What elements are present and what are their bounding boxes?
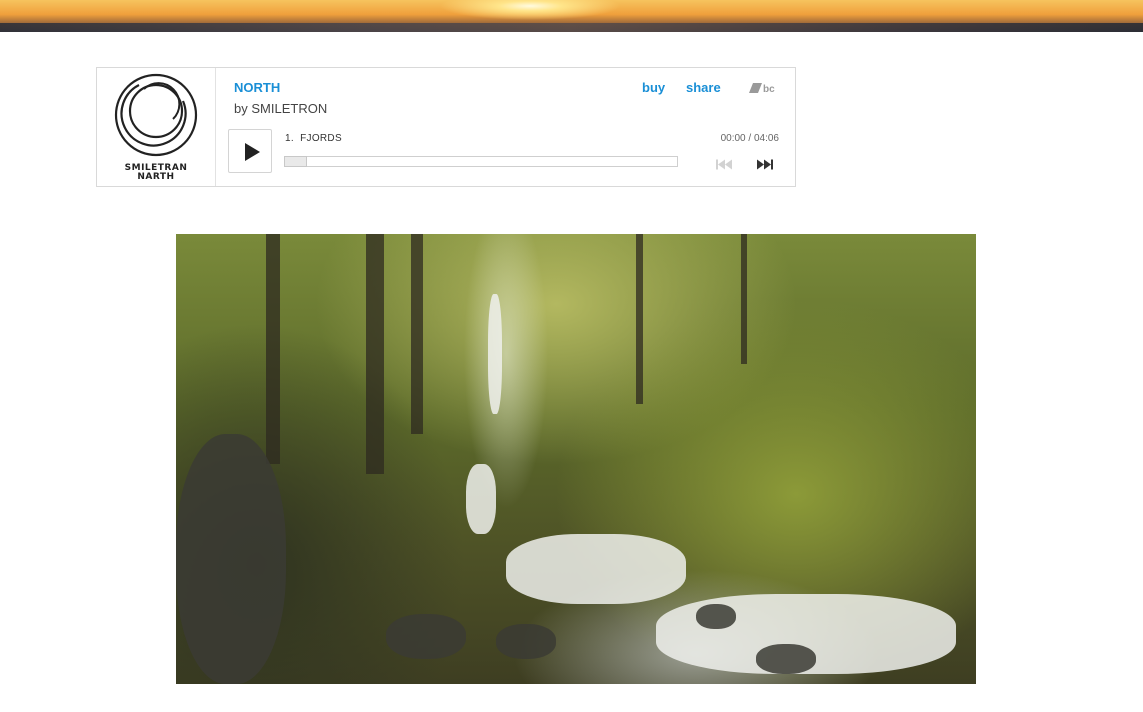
time-current: 00:00 — [720, 133, 746, 144]
rock — [696, 604, 736, 629]
buy-link[interactable]: buy — [642, 80, 665, 95]
svg-text:bc: bc — [763, 84, 775, 94]
play-icon — [245, 143, 260, 161]
artist-link[interactable]: SMILETRON — [251, 101, 327, 116]
progress-bar[interactable] — [284, 156, 678, 167]
by-prefix: by — [234, 101, 248, 116]
share-link[interactable]: share — [686, 80, 721, 95]
album-title-link[interactable]: NORTH — [234, 80, 280, 95]
tree-trunk — [741, 234, 747, 364]
album-art-text-line2: NARTH — [137, 172, 175, 182]
previous-track-icon — [716, 159, 732, 170]
progress-thumb[interactable] — [284, 156, 307, 167]
next-track-button[interactable] — [756, 157, 774, 175]
rock — [756, 644, 816, 674]
stream — [506, 534, 686, 604]
tree-trunk — [366, 234, 384, 474]
bandcamp-player: SMILETRAN NARTH NORTH by SMILETRON buy s… — [96, 67, 796, 187]
track-number: 1. — [285, 133, 294, 144]
tree-trunk — [266, 234, 280, 464]
track-time: 00:00 / 04:06 — [721, 133, 779, 144]
tree-trunk — [636, 234, 643, 404]
time-total: 04:06 — [753, 133, 779, 144]
artist-byline: by SMILETRON — [234, 101, 327, 116]
tree-trunk — [411, 234, 423, 434]
forest-waterfall-video[interactable] — [176, 234, 976, 684]
track-title: FJORDS — [300, 133, 342, 144]
rock — [176, 434, 286, 684]
sunset-banner — [0, 0, 1143, 32]
album-art[interactable]: SMILETRAN NARTH — [97, 68, 216, 186]
rock — [496, 624, 556, 659]
time-separator: / — [748, 133, 752, 144]
waterfall — [488, 294, 502, 414]
play-button[interactable] — [228, 129, 272, 173]
rock — [386, 614, 466, 659]
current-track: 1. FJORDS — [285, 133, 342, 144]
next-track-icon — [757, 159, 773, 170]
bandcamp-logo[interactable]: bc — [749, 81, 780, 99]
album-art-circles-icon — [114, 73, 198, 157]
previous-track-button[interactable] — [715, 157, 733, 175]
stream — [466, 464, 496, 534]
